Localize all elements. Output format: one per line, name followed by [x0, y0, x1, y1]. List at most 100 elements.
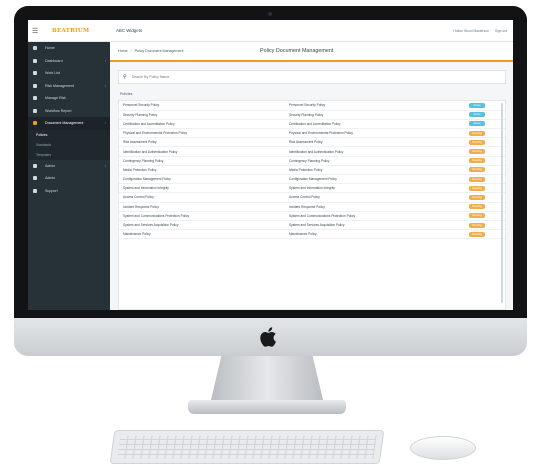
policy-name[interactable]: Certification and Accreditation Policy: [119, 119, 285, 130]
sidebar-item[interactable]: Risk Management ›: [28, 80, 110, 93]
breadcrumb-bar: Home / Policy Document Management Policy…: [110, 42, 513, 62]
status-badge[interactable]: Active: [469, 102, 485, 108]
table-row[interactable]: Access Control Policy Access Control Poli…: [119, 192, 505, 203]
user-menu: Hutton Wood Masterson Sign out: [447, 29, 507, 33]
app-screen: ☰ BEATRIUM Home Dashboard › Work List Risk M…: [28, 20, 513, 310]
status-badge[interactable]: Pending: [469, 213, 485, 219]
sidebar-item[interactable]: Document Management ›: [28, 117, 110, 130]
status-badge[interactable]: Pending: [469, 149, 485, 155]
status-badge[interactable]: Pending: [469, 231, 485, 237]
hamburger-icon[interactable]: ☰: [32, 27, 42, 35]
table-row[interactable]: System and Communications Protection Pol…: [119, 211, 505, 221]
sidebar-item[interactable]: Admin: [28, 172, 110, 185]
sidebar-item[interactable]: Work List: [28, 67, 110, 80]
sidebar-subitem[interactable]: Standards: [28, 139, 110, 150]
search-input[interactable]: [131, 75, 432, 79]
status-badge[interactable]: Active: [469, 112, 485, 118]
brand-bar: ☰ BEATRIUM: [28, 20, 110, 42]
status-badge[interactable]: Pending: [469, 194, 485, 200]
search-icon: ⚲: [123, 74, 127, 80]
table-row[interactable]: System and Information Integrity System a…: [119, 183, 505, 194]
policy-name[interactable]: System and Communications Protection Pol…: [119, 211, 285, 221]
search-bar: ⚲: [118, 70, 506, 84]
sidebar-item[interactable]: Manage Risk: [28, 92, 110, 105]
sidebar-subitem[interactable]: Policies: [28, 129, 110, 140]
status-badge[interactable]: Pending: [469, 139, 485, 145]
policy-name[interactable]: Access Control Policy: [119, 192, 285, 203]
table-scrollbar[interactable]: [501, 103, 503, 303]
policy-alias: Configuration Management Policy: [285, 174, 445, 185]
policy-name[interactable]: Identification and Authentication Policy: [119, 146, 285, 157]
signout-link[interactable]: Sign out: [495, 29, 507, 33]
sidebar-item-label: Support: [45, 188, 58, 193]
table-row[interactable]: Security Planning Policy Security Plannin…: [119, 110, 505, 120]
table-row[interactable]: Contingency Planning Policy Contingency P…: [119, 156, 505, 166]
sidebar-item[interactable]: Workflow Report: [28, 105, 110, 118]
table-row[interactable]: Identification and Authentication Policy…: [119, 146, 505, 157]
table-row[interactable]: Certification and Accreditation Policy Ce…: [119, 119, 505, 130]
status-badge[interactable]: Pending: [469, 222, 485, 228]
policy-alias: Media Protection Policy: [285, 165, 445, 176]
status-badge[interactable]: Active: [469, 121, 485, 127]
policy-name[interactable]: Risk Assessment Policy: [119, 137, 285, 148]
status-badge[interactable]: Pending: [469, 130, 485, 136]
policy-name[interactable]: Maintenance Policy: [119, 229, 285, 240]
table-row[interactable]: System and Services Acquisition Policy Sy…: [119, 220, 505, 231]
policy-name[interactable]: System and Information Integrity: [119, 183, 285, 194]
policy-name[interactable]: Contingency Planning Policy: [119, 156, 285, 166]
policy-name[interactable]: Physical and Environmental Protection Po…: [119, 128, 285, 139]
status-badge[interactable]: Pending: [469, 204, 485, 210]
table-row[interactable]: Maintenance Policy Maintenance Policy Pend…: [119, 229, 505, 240]
table-row[interactable]: Personnel Security Policy Personnel Secur…: [119, 101, 505, 111]
policy-status-cell: Pending: [445, 202, 505, 212]
policy-name[interactable]: Personnel Security Policy: [119, 101, 285, 111]
status-badge[interactable]: Pending: [469, 185, 485, 191]
sidebar-subitem[interactable]: Templates: [28, 149, 110, 160]
chevron-right-icon: ›: [104, 83, 106, 88]
policy-status-cell: Active: [445, 110, 505, 120]
sidebar-item-icon: [33, 188, 37, 193]
status-badge[interactable]: Pending: [469, 167, 485, 173]
sidebar-item-label: Home: [45, 46, 55, 51]
policy-name[interactable]: Media Protection Policy: [119, 165, 285, 176]
policy-status-cell: Pending: [445, 229, 505, 240]
policy-status-cell: Pending: [445, 211, 505, 221]
policy-name[interactable]: Incident Response Policy: [119, 202, 285, 212]
policy-alias: Maintenance Policy: [285, 229, 445, 240]
table-row[interactable]: Incident Response Policy Incident Respons…: [119, 202, 505, 212]
policy-status-cell: Pending: [445, 220, 505, 231]
policy-name[interactable]: Configuration Management Policy: [119, 174, 285, 185]
user-name[interactable]: Hutton Wood Masterson: [453, 29, 489, 33]
policy-alias: Access Control Policy: [285, 192, 445, 203]
table-row[interactable]: Configuration Management Policy Configura…: [119, 174, 505, 185]
section-label: Policies: [120, 92, 133, 96]
table-row[interactable]: Physical and Environmental Protection Po…: [119, 128, 505, 139]
sidebar-item-icon: [33, 96, 37, 101]
brand-logo[interactable]: BEATRIUM: [52, 28, 89, 34]
sidebar-item[interactable]: Support: [28, 185, 110, 198]
sidebar-item-icon: [33, 71, 37, 76]
policy-name[interactable]: Security Planning Policy: [119, 110, 285, 120]
sidebar-item-label: Risk Management: [45, 83, 74, 88]
sidebar-item[interactable]: Home: [28, 42, 110, 55]
status-badge[interactable]: Pending: [469, 176, 485, 182]
sidebar-item-label: Document Management: [45, 121, 84, 126]
policy-alias: Incident Response Policy: [285, 202, 445, 212]
keyboard: [109, 430, 385, 464]
breadcrumb-home[interactable]: Home: [118, 49, 128, 53]
breadcrumb-separator: /: [130, 49, 132, 53]
chevron-right-icon: ›: [104, 121, 106, 126]
policy-alias: Contingency Planning Policy: [285, 156, 445, 166]
policy-alias: Personnel Security Policy: [285, 101, 445, 111]
chevron-right-icon: ›: [104, 58, 106, 63]
table-row[interactable]: Risk Assessment Policy Risk Assessment Po…: [119, 137, 505, 148]
policy-alias: System and Services Acquisition Policy: [285, 220, 445, 231]
policy-name[interactable]: System and Services Acquisition Policy: [119, 220, 285, 231]
sidebar-item[interactable]: Dashboard ›: [28, 55, 110, 68]
monitor-chin: [14, 318, 527, 356]
sidebar-item[interactable]: Admin ›: [28, 160, 110, 173]
sidebar-item-label: Dashboard: [45, 58, 63, 63]
sidebar-item-icon: [33, 163, 37, 168]
status-badge[interactable]: Pending: [469, 158, 485, 164]
table-row[interactable]: Media Protection Policy Media Protection …: [119, 165, 505, 176]
